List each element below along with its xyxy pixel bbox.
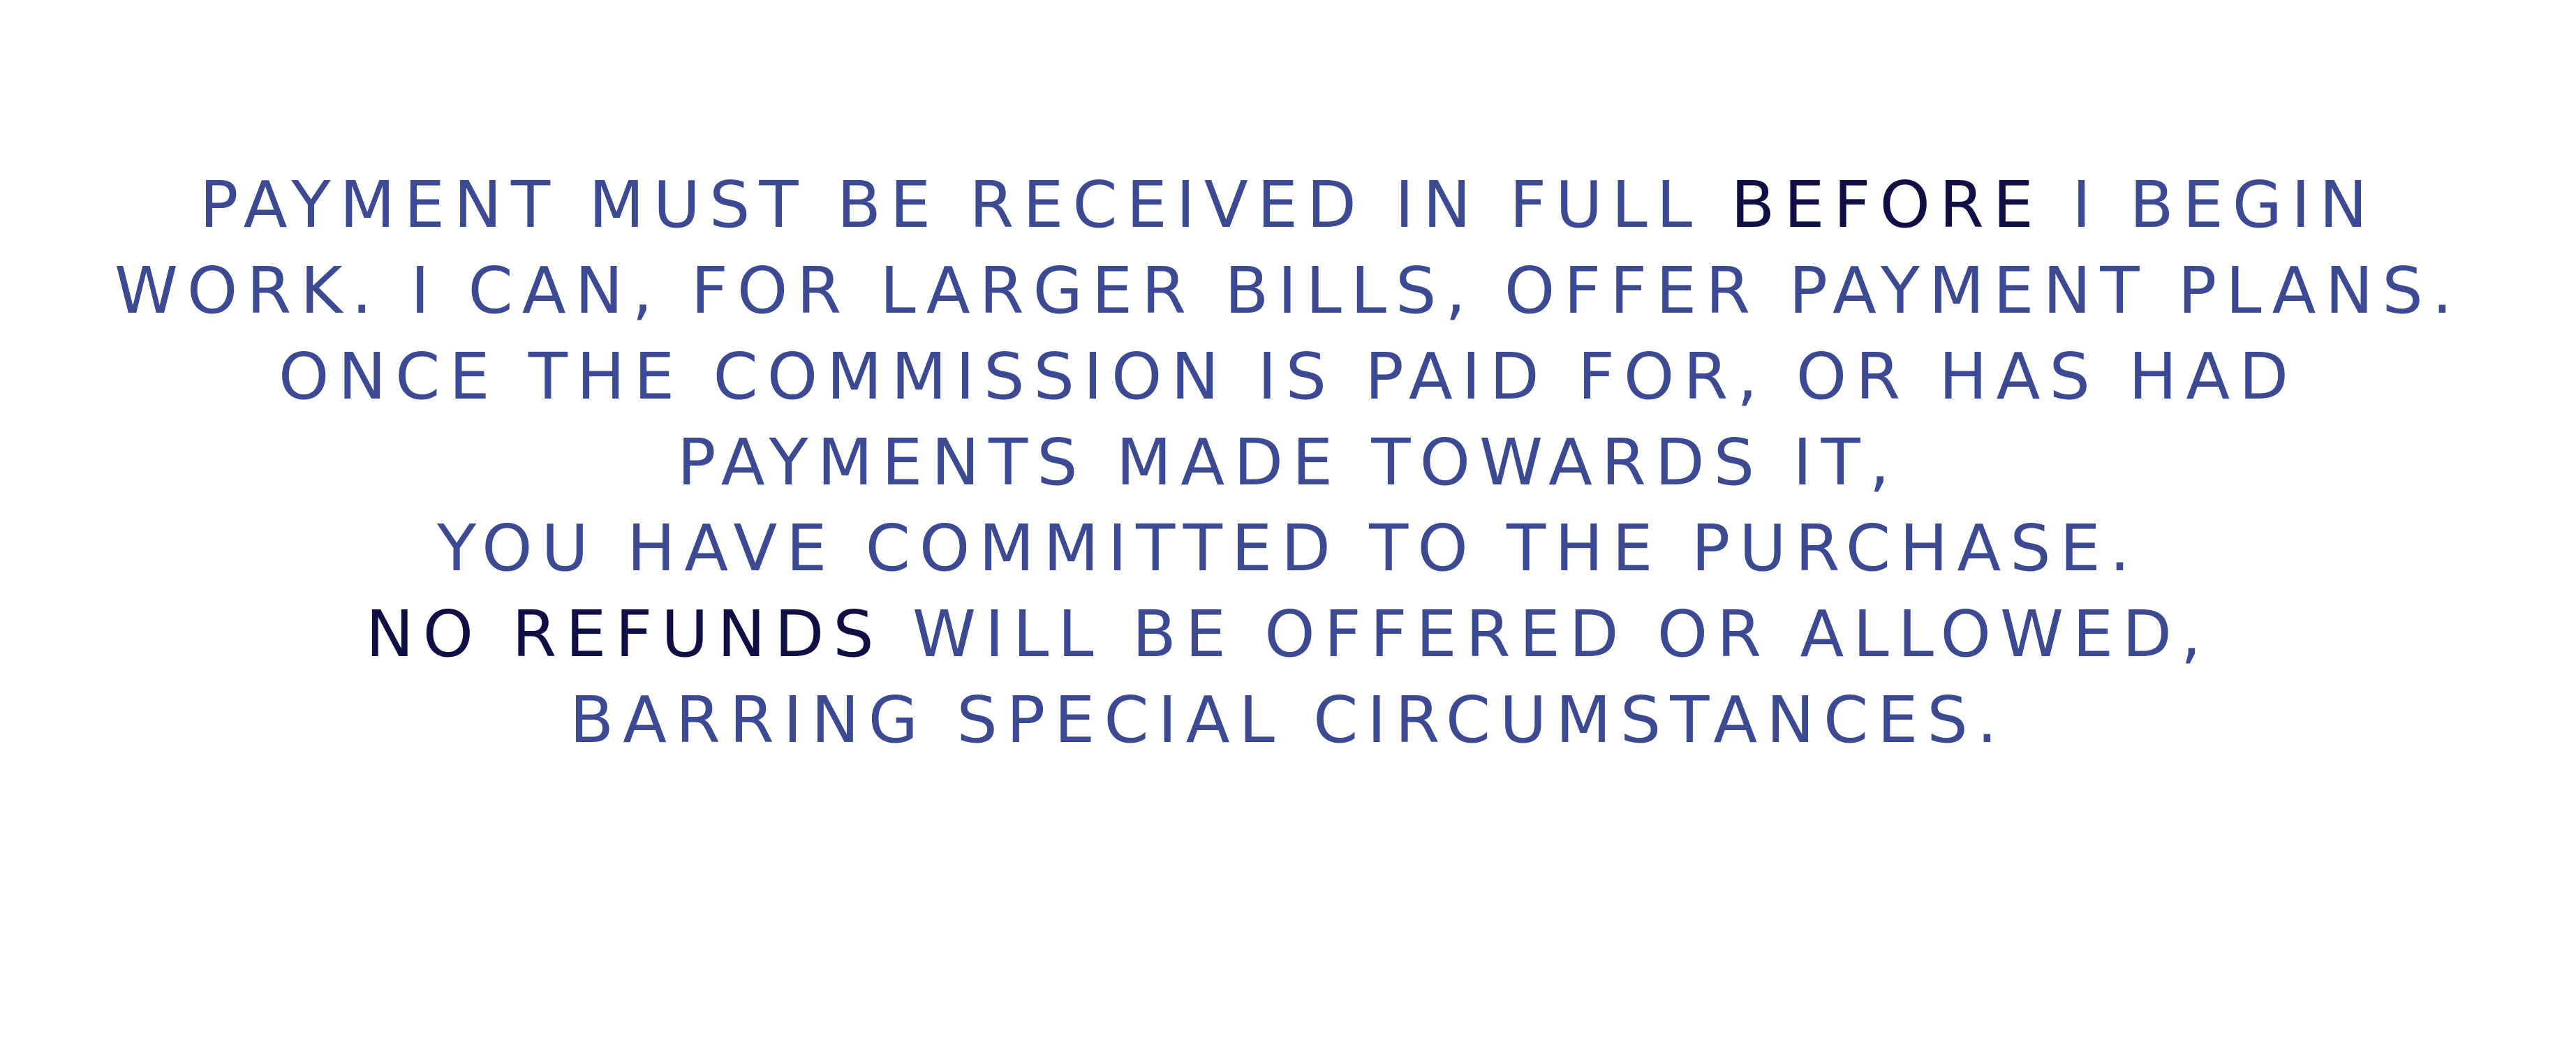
no-refunds-emphasis: NO REFUNDS <box>365 597 883 671</box>
payment-policy-text: Payment must be received in full BEFORE … <box>0 162 2576 763</box>
policy-line-6: NO REFUNDS will be offered or allowed, <box>0 591 2576 677</box>
policy-line-1: Payment must be received in full BEFORE … <box>0 162 2576 248</box>
policy-line-1-end: I begin <box>2042 168 2377 242</box>
page: Payment must be received in full BEFORE … <box>0 0 2576 1047</box>
policy-line-1-start: Payment must be received in full <box>199 168 1731 242</box>
policy-line-3: Once the commission is paid for, or has … <box>278 339 2298 414</box>
policy-line-5: you have committed to the purchase. <box>436 511 2140 586</box>
before-emphasis: BEFORE <box>1731 168 2043 242</box>
policy-line-4: payments made towards it, <box>677 425 1899 500</box>
policy-line-6-end: will be offered or allowed, <box>882 597 2211 671</box>
policy-line-7: barring special circumstances. <box>569 683 2007 757</box>
policy-line-2: work. I can, for larger bills, offer pay… <box>114 253 2462 328</box>
